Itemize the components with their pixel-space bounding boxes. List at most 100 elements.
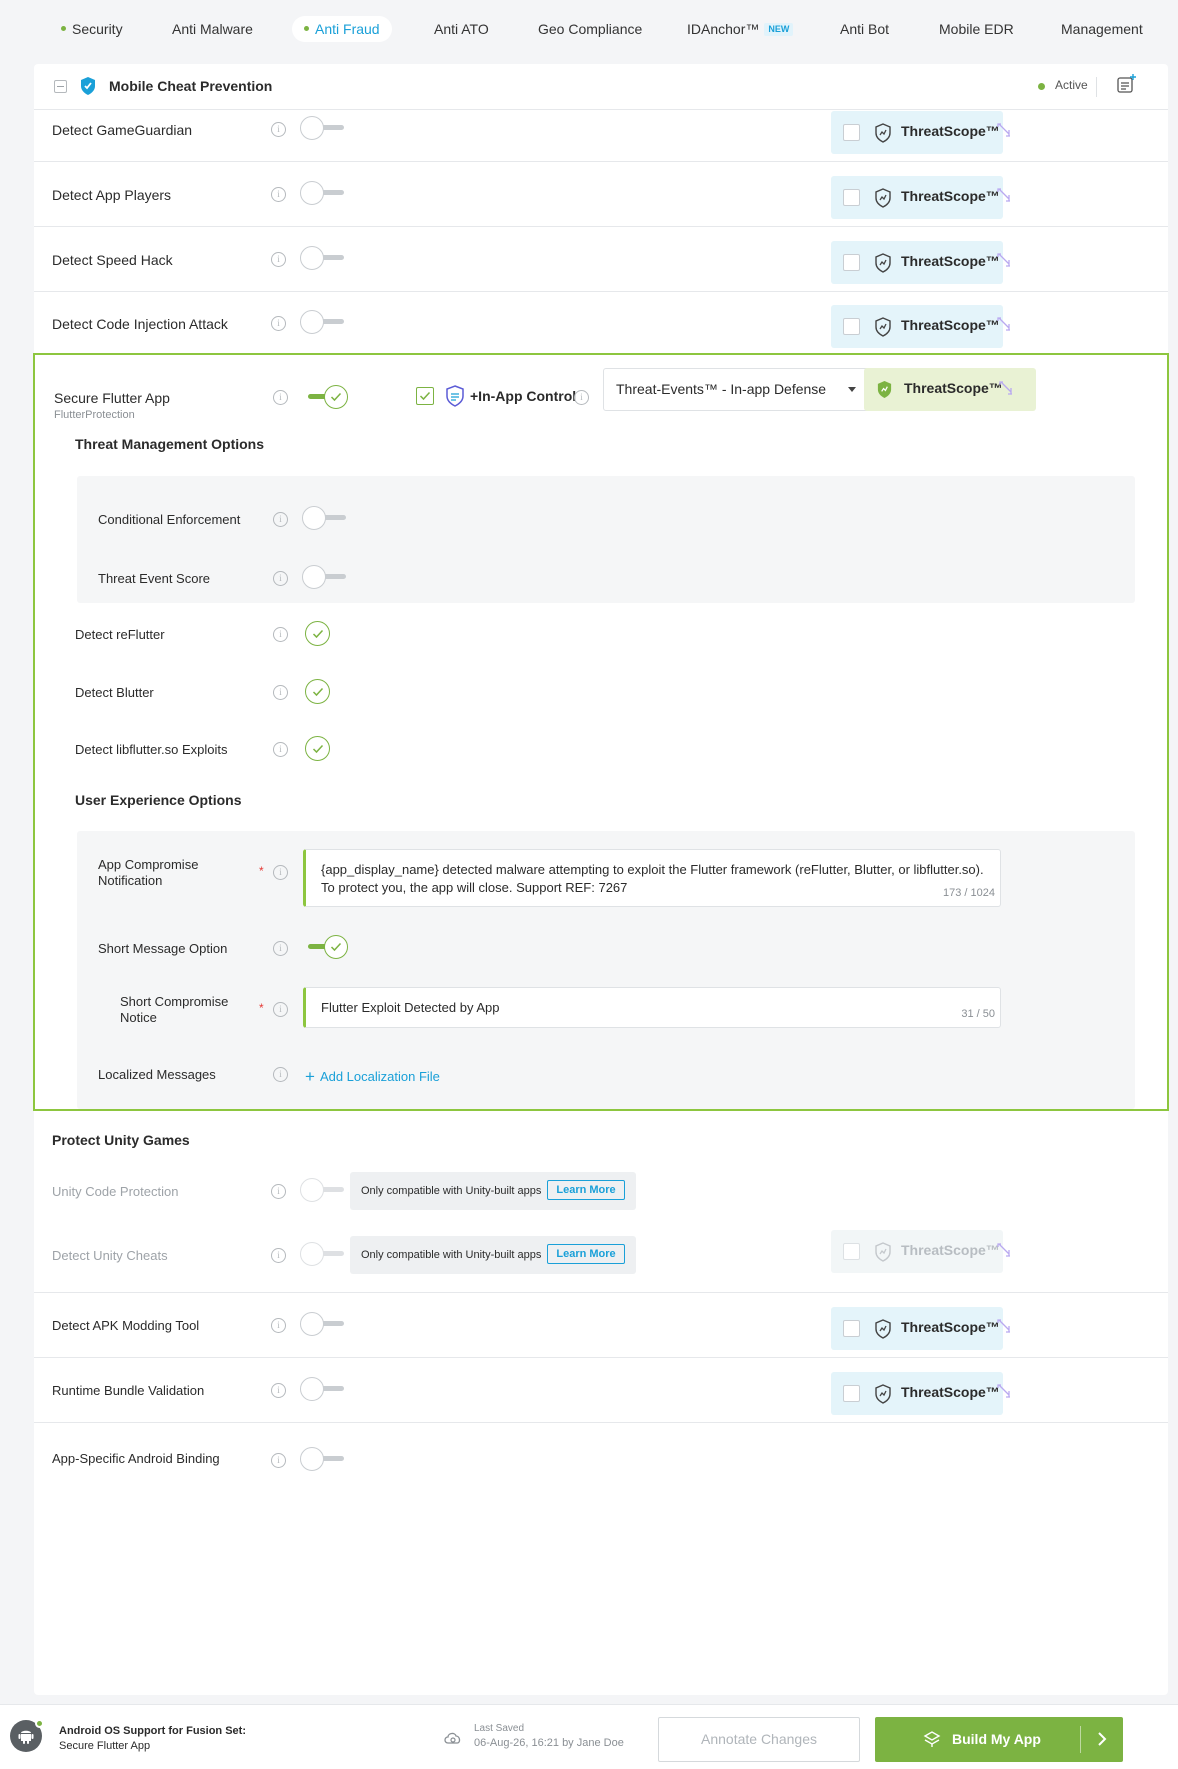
- new-badge: NEW: [764, 22, 794, 36]
- tab-anti-fraud[interactable]: Anti Fraud: [292, 16, 392, 42]
- cloud-sync-icon: [443, 1730, 463, 1746]
- threatscope-checkbox[interactable]: [843, 1385, 860, 1402]
- info-icon[interactable]: i: [273, 390, 288, 405]
- tab-management[interactable]: Management: [1061, 16, 1143, 42]
- tab-mobile-edr[interactable]: Mobile EDR: [939, 16, 1014, 42]
- build-my-app-button[interactable]: Build My App: [875, 1717, 1123, 1762]
- info-icon[interactable]: i: [271, 1184, 286, 1199]
- pin-icon[interactable]: [997, 316, 1011, 332]
- threatscope-checkbox[interactable]: [843, 1320, 860, 1337]
- tab-anti-bot[interactable]: Anti Bot: [840, 16, 889, 42]
- unity-detect-cheats-toggle[interactable]: [300, 1242, 346, 1266]
- short-message-toggle[interactable]: [302, 935, 348, 959]
- pin-icon[interactable]: [997, 187, 1011, 203]
- threat-event-score-toggle[interactable]: [302, 565, 348, 589]
- info-icon[interactable]: i: [273, 1002, 288, 1017]
- row-label: Runtime Bundle Validation: [52, 1383, 205, 1398]
- info-icon[interactable]: i: [273, 941, 288, 956]
- plus-icon: +: [305, 1067, 315, 1086]
- info-icon[interactable]: i: [271, 1318, 286, 1333]
- threatscope-option[interactable]: ThreatScope™: [831, 1372, 1003, 1415]
- detect-libflutter-label: Detect libflutter.so Exploits: [75, 742, 228, 757]
- flutter-toggle[interactable]: [302, 385, 348, 409]
- tab-security[interactable]: Security: [61, 16, 123, 42]
- tab-label: Mobile EDR: [939, 21, 1014, 37]
- info-icon[interactable]: i: [271, 187, 286, 202]
- user-experience-block: App Compromise Notification * i {app_dis…: [77, 831, 1135, 1109]
- char-counter: 31 / 50: [961, 1008, 995, 1020]
- compat-text: Only compatible with Unity-built apps: [361, 1185, 542, 1197]
- detect-reflutter-check[interactable]: [305, 621, 330, 646]
- threatscope-option[interactable]: ThreatScope™: [831, 241, 1003, 284]
- short-notice-text: Flutter Exploit Detected by App: [321, 1000, 500, 1015]
- add-note-icon[interactable]: [1116, 73, 1138, 95]
- info-icon[interactable]: i: [273, 627, 288, 642]
- threatscope-option[interactable]: ThreatScope™: [831, 176, 1003, 219]
- footer-subtitle: Secure Flutter App: [59, 1740, 151, 1752]
- unity-code-protection-toggle[interactable]: [300, 1178, 346, 1202]
- learn-more-button[interactable]: Learn More: [547, 1244, 625, 1265]
- threatscope-label: ThreatScope™: [904, 380, 1003, 396]
- info-icon[interactable]: i: [273, 1067, 288, 1082]
- threatscope-label: ThreatScope™: [901, 1319, 1000, 1335]
- tab-idanchor[interactable]: IDAnchor™ NEW: [687, 16, 794, 42]
- detect-libflutter-check[interactable]: [305, 736, 330, 761]
- chevron-right-icon[interactable]: [1097, 1732, 1107, 1746]
- pin-icon[interactable]: [997, 252, 1011, 268]
- app-compromise-textarea[interactable]: {app_display_name} detected malware atte…: [303, 849, 1001, 907]
- info-icon[interactable]: i: [273, 742, 288, 757]
- collapse-icon[interactable]: [54, 80, 67, 93]
- info-icon[interactable]: i: [273, 571, 288, 586]
- feature-toggle[interactable]: [300, 246, 346, 270]
- mobile-cheat-prevention-card: Mobile Cheat Prevention Active Detect Ga…: [33, 64, 1169, 1695]
- feature-toggle[interactable]: [300, 116, 346, 140]
- threatscope-checkbox[interactable]: [843, 124, 860, 141]
- feature-toggle[interactable]: [300, 1312, 346, 1336]
- info-icon[interactable]: i: [271, 316, 286, 331]
- info-icon[interactable]: i: [271, 252, 286, 267]
- threatscope-option[interactable]: ThreatScope™: [831, 305, 1003, 348]
- add-localization-button[interactable]: + Add Localization File: [305, 1066, 440, 1086]
- row-divider: [34, 291, 1168, 292]
- feature-toggle[interactable]: [300, 181, 346, 205]
- feature-toggle[interactable]: [300, 310, 346, 334]
- info-icon[interactable]: i: [271, 1383, 286, 1398]
- short-notice-input[interactable]: Flutter Exploit Detected by App 31 / 50: [303, 987, 1001, 1028]
- pin-icon[interactable]: [997, 1242, 1011, 1258]
- unity-section-title: Protect Unity Games: [52, 1132, 190, 1148]
- threatscope-checkbox[interactable]: [843, 318, 860, 335]
- user-experience-title: User Experience Options: [75, 792, 242, 808]
- tab-label: Anti Malware: [172, 21, 253, 37]
- threatscope-option[interactable]: ThreatScope™: [831, 1307, 1003, 1350]
- pin-icon[interactable]: [997, 1318, 1011, 1334]
- threatscope-option[interactable]: ThreatScope™: [831, 111, 1003, 154]
- feature-toggle[interactable]: [300, 1447, 346, 1471]
- threatscope-checkbox[interactable]: [843, 189, 860, 206]
- pin-icon[interactable]: [999, 380, 1013, 396]
- tab-label: Anti Fraud: [315, 21, 380, 37]
- info-icon[interactable]: i: [273, 685, 288, 700]
- info-icon[interactable]: i: [574, 390, 589, 405]
- learn-more-button[interactable]: Learn More: [547, 1180, 625, 1201]
- tab-anti-malware[interactable]: Anti Malware: [172, 16, 253, 42]
- defense-select[interactable]: Threat-Events™ - In-app Defense: [603, 368, 877, 411]
- conditional-enforcement-toggle[interactable]: [302, 506, 348, 530]
- info-icon[interactable]: i: [273, 865, 288, 880]
- in-app-control-shield-icon: [445, 385, 465, 407]
- info-icon[interactable]: i: [273, 512, 288, 527]
- tab-anti-ato[interactable]: Anti ATO: [434, 16, 489, 42]
- info-icon[interactable]: i: [271, 1248, 286, 1263]
- info-icon[interactable]: i: [271, 1453, 286, 1468]
- info-icon[interactable]: i: [271, 122, 286, 137]
- annotate-changes-button[interactable]: Annotate Changes: [658, 1717, 860, 1762]
- pin-icon[interactable]: [997, 1383, 1011, 1399]
- threatscope-checkbox[interactable]: [843, 254, 860, 271]
- detect-blutter-check[interactable]: [305, 679, 330, 704]
- footer-bar: Android OS Support for Fusion Set: Secur…: [0, 1704, 1178, 1769]
- in-app-control-checkbox[interactable]: [416, 387, 434, 405]
- feature-toggle[interactable]: [300, 1377, 346, 1401]
- pin-icon[interactable]: [997, 122, 1011, 138]
- app-compromise-label: App Compromise Notification: [98, 857, 199, 888]
- caret-down-icon: [848, 387, 856, 392]
- tab-geo-compliance[interactable]: Geo Compliance: [538, 16, 642, 42]
